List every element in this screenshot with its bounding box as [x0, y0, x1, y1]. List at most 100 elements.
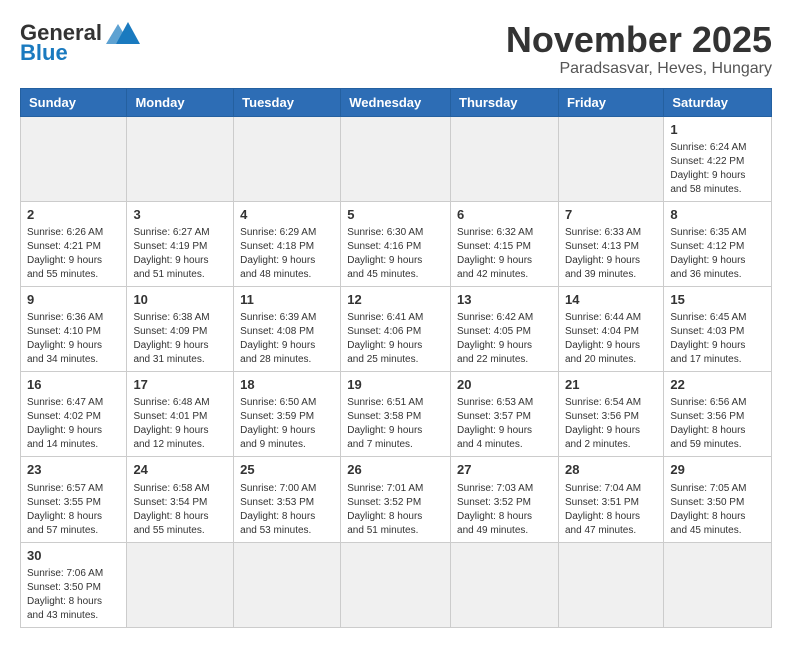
calendar-cell: 4Sunrise: 6:29 AM Sunset: 4:18 PM Daylig…: [234, 201, 341, 286]
day-info: Sunrise: 6:53 AM Sunset: 3:57 PM Dayligh…: [457, 396, 552, 452]
day-info: Sunrise: 6:30 AM Sunset: 4:16 PM Dayligh…: [347, 226, 444, 282]
calendar-cell: [451, 542, 559, 627]
day-number: 21: [565, 376, 657, 394]
col-monday: Monday: [127, 88, 234, 116]
day-info: Sunrise: 6:32 AM Sunset: 4:15 PM Dayligh…: [457, 226, 552, 282]
day-number: 12: [347, 291, 444, 309]
calendar-week-row: 23 Sunrise: 6:57 AM Sunset: 3:55 PM Dayli…: [21, 457, 772, 542]
calendar-cell: 14 Sunrise: 6:44 AM Sunset: 4:04 PM Dayli…: [558, 286, 663, 371]
day-number: 22: [670, 376, 765, 394]
day-number: 5: [347, 206, 444, 224]
calendar-cell: 22 Sunrise: 6:56 AM Sunset: 3:56 PM Dayli…: [664, 372, 772, 457]
calendar-cell: 20 Sunrise: 6:53 AM Sunset: 3:57 PM Dayli…: [451, 372, 559, 457]
day-number: 26: [347, 461, 444, 479]
calendar-cell: 9 Sunrise: 6:36 AM Sunset: 4:10 PM Daylig…: [21, 286, 127, 371]
calendar-cell: 13Sunrise: 6:42 AM Sunset: 4:05 PM Dayli…: [451, 286, 559, 371]
calendar-cell: 2Sunrise: 6:26 AM Sunset: 4:21 PM Daylig…: [21, 201, 127, 286]
day-info: Sunrise: 6:56 AM Sunset: 3:56 PM Dayligh…: [670, 396, 765, 452]
calendar-cell: 29 Sunrise: 7:05 AM Sunset: 3:50 PM Dayli…: [664, 457, 772, 542]
day-number: 18: [240, 376, 334, 394]
calendar-cell: 19 Sunrise: 6:51 AM Sunset: 3:58 PM Dayli…: [341, 372, 451, 457]
calendar-cell: [558, 542, 663, 627]
calendar-cell: 15 Sunrise: 6:45 AM Sunset: 4:03 PM Dayli…: [664, 286, 772, 371]
calendar-cell: 10 Sunrise: 6:38 AM Sunset: 4:09 PM Dayli…: [127, 286, 234, 371]
day-number: 24: [133, 461, 227, 479]
day-info: Sunrise: 6:45 AM Sunset: 4:03 PM Dayligh…: [670, 311, 765, 367]
calendar-cell: [234, 542, 341, 627]
day-info: Sunrise: 6:44 AM Sunset: 4:04 PM Dayligh…: [565, 311, 657, 367]
day-info: Sunrise: 6:50 AM Sunset: 3:59 PM Dayligh…: [240, 396, 334, 452]
calendar-week-row: 9 Sunrise: 6:36 AM Sunset: 4:10 PM Daylig…: [21, 286, 772, 371]
calendar-week-row: 2Sunrise: 6:26 AM Sunset: 4:21 PM Daylig…: [21, 201, 772, 286]
day-info: Sunrise: 7:03 AM Sunset: 3:52 PM Dayligh…: [457, 482, 552, 538]
day-info: Sunrise: 7:01 AM Sunset: 3:52 PM Dayligh…: [347, 482, 444, 538]
day-info: Sunrise: 6:35 AM Sunset: 4:12 PM Dayligh…: [670, 226, 765, 282]
day-number: 25: [240, 461, 334, 479]
day-number: 1: [670, 121, 765, 139]
calendar-cell: 5 Sunrise: 6:30 AM Sunset: 4:16 PM Daylig…: [341, 201, 451, 286]
calendar-cell: 1 Sunrise: 6:24 AM Sunset: 4:22 PM Daylig…: [664, 116, 772, 201]
day-info: Sunrise: 6:39 AM Sunset: 4:08 PM Dayligh…: [240, 311, 334, 367]
month-title: November 2025: [506, 20, 772, 60]
logo: General Blue: [20, 20, 144, 66]
day-info: Sunrise: 6:26 AM Sunset: 4:21 PM Dayligh…: [27, 226, 120, 282]
day-number: 6: [457, 206, 552, 224]
calendar-cell: 11 Sunrise: 6:39 AM Sunset: 4:08 PM Dayli…: [234, 286, 341, 371]
col-tuesday: Tuesday: [234, 88, 341, 116]
day-number: 15: [670, 291, 765, 309]
day-number: 23: [27, 461, 120, 479]
col-saturday: Saturday: [664, 88, 772, 116]
day-number: 29: [670, 461, 765, 479]
day-info: Sunrise: 6:41 AM Sunset: 4:06 PM Dayligh…: [347, 311, 444, 367]
day-info: Sunrise: 6:27 AM Sunset: 4:19 PM Dayligh…: [133, 226, 227, 282]
calendar-cell: 24Sunrise: 6:58 AM Sunset: 3:54 PM Dayli…: [127, 457, 234, 542]
logo-blue-text: Blue: [20, 40, 68, 66]
day-number: 13: [457, 291, 552, 309]
day-info: Sunrise: 6:33 AM Sunset: 4:13 PM Dayligh…: [565, 226, 657, 282]
day-number: 30: [27, 547, 120, 565]
day-number: 19: [347, 376, 444, 394]
calendar-cell: 6 Sunrise: 6:32 AM Sunset: 4:15 PM Daylig…: [451, 201, 559, 286]
calendar-cell: [234, 116, 341, 201]
calendar-cell: [341, 542, 451, 627]
page-header: General Blue November 2025 Paradsasvar, …: [20, 20, 772, 78]
day-info: Sunrise: 6:36 AM Sunset: 4:10 PM Dayligh…: [27, 311, 120, 367]
calendar-cell: [664, 542, 772, 627]
calendar-cell: 23 Sunrise: 6:57 AM Sunset: 3:55 PM Dayli…: [21, 457, 127, 542]
day-info: Sunrise: 6:24 AM Sunset: 4:22 PM Dayligh…: [670, 141, 765, 197]
calendar-cell: [127, 116, 234, 201]
calendar-cell: 16 Sunrise: 6:47 AM Sunset: 4:02 PM Dayli…: [21, 372, 127, 457]
day-info: Sunrise: 6:54 AM Sunset: 3:56 PM Dayligh…: [565, 396, 657, 452]
day-number: 10: [133, 291, 227, 309]
day-info: Sunrise: 6:51 AM Sunset: 3:58 PM Dayligh…: [347, 396, 444, 452]
day-info: Sunrise: 6:57 AM Sunset: 3:55 PM Dayligh…: [27, 482, 120, 538]
calendar-cell: 30Sunrise: 7:06 AM Sunset: 3:50 PM Dayli…: [21, 542, 127, 627]
calendar-cell: 26 Sunrise: 7:01 AM Sunset: 3:52 PM Dayli…: [341, 457, 451, 542]
day-number: 9: [27, 291, 120, 309]
day-info: Sunrise: 6:48 AM Sunset: 4:01 PM Dayligh…: [133, 396, 227, 452]
day-number: 7: [565, 206, 657, 224]
day-info: Sunrise: 7:05 AM Sunset: 3:50 PM Dayligh…: [670, 482, 765, 538]
calendar-cell: [21, 116, 127, 201]
day-number: 16: [27, 376, 120, 394]
calendar-cell: [127, 542, 234, 627]
day-info: Sunrise: 6:29 AM Sunset: 4:18 PM Dayligh…: [240, 226, 334, 282]
day-info: Sunrise: 6:47 AM Sunset: 4:02 PM Dayligh…: [27, 396, 120, 452]
calendar-cell: 28Sunrise: 7:04 AM Sunset: 3:51 PM Dayli…: [558, 457, 663, 542]
calendar-week-row: 1 Sunrise: 6:24 AM Sunset: 4:22 PM Daylig…: [21, 116, 772, 201]
calendar-cell: 18 Sunrise: 6:50 AM Sunset: 3:59 PM Dayli…: [234, 372, 341, 457]
logo-icon: [106, 20, 144, 46]
calendar-cell: [341, 116, 451, 201]
day-number: 20: [457, 376, 552, 394]
day-number: 11: [240, 291, 334, 309]
calendar-cell: 7 Sunrise: 6:33 AM Sunset: 4:13 PM Daylig…: [558, 201, 663, 286]
day-info: Sunrise: 7:04 AM Sunset: 3:51 PM Dayligh…: [565, 482, 657, 538]
calendar-table: Sunday Monday Tuesday Wednesday Thursday…: [20, 88, 772, 628]
col-wednesday: Wednesday: [341, 88, 451, 116]
day-info: Sunrise: 6:38 AM Sunset: 4:09 PM Dayligh…: [133, 311, 227, 367]
calendar-week-row: 30Sunrise: 7:06 AM Sunset: 3:50 PM Dayli…: [21, 542, 772, 627]
day-number: 14: [565, 291, 657, 309]
day-number: 3: [133, 206, 227, 224]
day-number: 8: [670, 206, 765, 224]
title-area: November 2025 Paradsasvar, Heves, Hungar…: [506, 20, 772, 78]
